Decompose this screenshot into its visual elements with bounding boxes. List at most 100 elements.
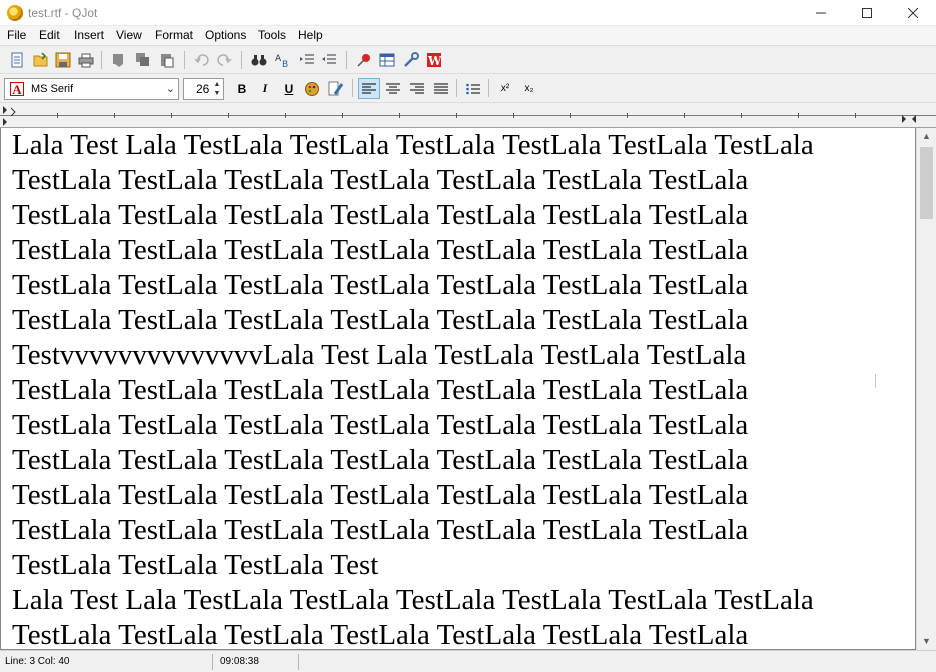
print-button[interactable] [76,50,96,70]
text-line[interactable]: TestLala TestLala TestLala TestLala Test… [12,373,912,408]
status-divider [298,654,299,670]
vertical-scrollbar[interactable]: ▲ ▼ [916,128,936,650]
find-button[interactable] [249,50,269,70]
chevron-down-icon[interactable]: ⌄ [166,82,175,95]
indent-button[interactable] [297,50,317,70]
text-line[interactable]: TestLala TestLala TestLala Test [12,548,912,583]
svg-text:A: A [275,54,282,64]
insert-pin-button[interactable] [354,50,374,70]
toolbar-separator [456,79,457,97]
outdent-button[interactable] [319,50,339,70]
text-line[interactable]: TestLala TestLala TestLala TestLala Test… [12,443,912,478]
document-editor[interactable]: Lala Test Lala TestLala TestLala TestLal… [0,128,916,650]
text-line[interactable]: TestLala TestLala TestLala TestLala Test… [12,513,912,548]
font-name-combo[interactable]: A MS Serif ⌄ [4,78,179,100]
align-right-button[interactable] [406,78,428,99]
text-line[interactable]: TestLala TestLala TestLala TestLala Test… [12,268,912,303]
status-bar: Line: 3 Col: 40 09:08:38 [0,650,936,672]
menu-format[interactable]: Format [155,28,193,42]
minimize-icon [816,12,826,14]
outdent-icon [322,54,336,64]
menu-edit[interactable]: Edit [39,28,60,42]
text-line[interactable]: TestLala TestLala TestLala TestLala Test… [12,408,912,443]
menu-insert[interactable]: Insert [74,28,104,42]
subscript-button[interactable]: x₂ [518,78,540,99]
ruler[interactable] [0,103,936,128]
cut-button[interactable] [109,50,129,70]
italic-button[interactable]: I [254,78,276,99]
menu-bar: File Edit Insert View Format Options Too… [0,26,936,45]
maximize-button[interactable] [844,0,890,26]
binoculars-icon [251,55,267,66]
text-line[interactable]: Lala Test Lala TestLala TestLala TestLal… [12,128,912,163]
bullet-list-button[interactable] [462,78,484,99]
replace-button[interactable]: AB [273,50,293,70]
maximize-icon [862,8,872,18]
spin-down-icon[interactable]: ▼ [212,89,222,98]
align-right-icon [410,83,424,93]
align-left-icon [362,83,376,93]
menu-help[interactable]: Help [298,28,323,42]
save-button[interactable] [53,50,73,70]
text-line[interactable]: TestLala TestLala TestLala TestLala Test… [12,618,912,649]
menu-options[interactable]: Options [205,28,246,42]
underline-button[interactable]: U [278,78,300,99]
font-size-spinner[interactable]: 26 ▲ ▼ [183,78,224,100]
left-indent-marker-icon[interactable] [1,104,19,126]
svg-text:B: B [282,60,288,68]
menu-file[interactable]: File [7,28,26,42]
toolbar-separator [488,79,489,97]
text-color-button[interactable] [301,78,323,99]
justify-button[interactable] [430,78,452,99]
open-button[interactable] [31,50,51,70]
text-line[interactable]: TestLala TestLala TestLala TestLala Test… [12,478,912,513]
text-line[interactable]: TestvvvvvvvvvvvvvvLala Test Lala TestLal… [12,338,912,373]
undo-button[interactable] [192,50,212,70]
menu-view[interactable]: View [116,28,142,42]
scrollbar-thumb[interactable] [920,147,933,219]
font-size-value: 26 [196,82,210,96]
redo-button[interactable] [214,50,234,70]
scroll-down-icon[interactable]: ▼ [917,633,936,650]
replace-icon: AB [275,54,288,68]
paste-button[interactable] [157,50,177,70]
format-toolbar: A MS Serif ⌄ 26 ▲ ▼ B I U x² x₂ [0,74,936,103]
close-button[interactable] [890,0,936,26]
minimize-button[interactable] [798,0,844,26]
highlighter-icon [328,81,344,95]
text-line[interactable]: TestLala TestLala TestLala TestLala Test… [12,303,912,338]
save-icon [55,52,71,68]
wordpad-button[interactable]: W [424,50,444,70]
ruler-baseline [0,115,936,116]
text-line[interactable]: TestLala TestLala TestLala TestLala Test… [12,198,912,233]
undo-icon [194,54,209,66]
align-center-button[interactable] [382,78,404,99]
right-indent-marker-icon[interactable] [900,113,922,125]
paste-icon [161,54,174,68]
app-icon [7,5,23,21]
spin-up-icon[interactable]: ▲ [212,80,222,89]
text-line[interactable]: TestLala TestLala TestLala TestLala Test… [12,233,912,268]
new-document-button[interactable] [7,50,27,70]
copy-button[interactable] [133,50,153,70]
text-line[interactable]: TestLala TestLala TestLala TestLala Test… [12,163,912,198]
redo-icon [217,54,232,66]
superscript-button[interactable]: x² [494,78,516,99]
toolbar-separator [352,79,353,97]
cut-icon [113,54,123,67]
font-name-value: MS Serif [31,83,74,95]
text-line[interactable]: Lala Test Lala TestLala TestLala TestLal… [12,583,912,618]
printer-icon [78,53,94,68]
align-left-button[interactable] [358,78,380,99]
highlight-button[interactable] [325,78,347,99]
document-text[interactable]: Lala Test Lala TestLala TestLala TestLal… [12,128,912,649]
table-icon [379,53,395,67]
menu-tools[interactable]: Tools [258,28,286,42]
tools-button[interactable] [401,50,421,70]
justify-icon [434,83,448,93]
svg-text:W: W [427,54,442,68]
bold-button[interactable]: B [231,78,253,99]
main-toolbar: AB W [0,45,936,74]
insert-table-button[interactable] [377,50,397,70]
scroll-up-icon[interactable]: ▲ [917,128,936,145]
